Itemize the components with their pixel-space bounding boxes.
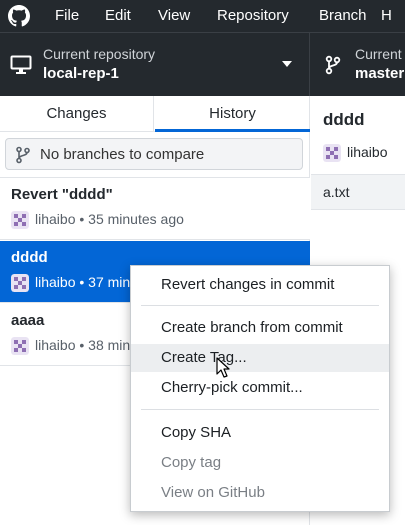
chevron-down-icon [282, 61, 292, 67]
menu-separator [141, 305, 379, 306]
changed-file-row[interactable]: a.txt [311, 174, 405, 210]
menu-item-create-branch[interactable]: Create branch from commit [131, 314, 389, 342]
desktop-icon [10, 55, 32, 74]
commit-detail-author: lihaibo [347, 144, 388, 160]
menu-item-cherry-pick[interactable]: Cherry-pick commit... [131, 374, 389, 402]
menu-repository[interactable]: Repository [217, 7, 289, 24]
branch-compare-input[interactable]: No branches to compare [5, 138, 303, 170]
compare-placeholder: No branches to compare [40, 146, 205, 163]
tab-bar: Changes History [0, 96, 310, 132]
branch-label: Current [355, 46, 402, 62]
menu-help[interactable]: H [381, 7, 392, 24]
menu-branch[interactable]: Branch [319, 7, 367, 24]
menu-item-label: Create branch from commit [161, 319, 343, 336]
tab-changes[interactable]: Changes [0, 96, 154, 132]
current-branch-button[interactable]: Current master [311, 33, 405, 97]
avatar-icon [11, 211, 29, 229]
menu-item-copy-tag: Copy tag [131, 449, 389, 477]
menu-item-label: Copy tag [161, 454, 222, 471]
menu-file[interactable]: File [55, 7, 79, 24]
menu-item-label: Revert changes in commit [161, 276, 335, 293]
menu-item-create-tag[interactable]: Create Tag... [131, 344, 389, 372]
repository-label: Current repository [43, 46, 156, 62]
branch-icon [325, 55, 341, 75]
menu-item-label: Copy SHA [161, 424, 232, 441]
toolbar: Current repository local-rep-1 Current m… [0, 32, 405, 97]
commit-title: dddd [11, 249, 48, 266]
commit-title: aaaa [11, 312, 45, 329]
compare-branch-icon [16, 146, 30, 164]
commit-detail-title: dddd [323, 110, 365, 129]
menu-item-label: Cherry-pick commit... [161, 379, 303, 396]
branch-name: master [355, 65, 405, 82]
commit-context-menu: Revert changes in commit Create branch f… [130, 265, 390, 512]
repository-name: local-rep-1 [43, 65, 119, 82]
menu-item-revert-changes[interactable]: Revert changes in commit [131, 271, 389, 299]
changed-file-name: a.txt [323, 184, 350, 200]
menu-item-view-on-github: View on GitHub [131, 479, 389, 507]
mouse-cursor-icon [216, 357, 230, 378]
tab-history-label: History [209, 105, 256, 122]
commit-title: Revert "dddd" [11, 186, 113, 203]
avatar-icon [323, 144, 341, 162]
commit-meta: lihaibo • 35 minutes ago [35, 211, 184, 227]
tab-history[interactable]: History [155, 96, 310, 132]
menu-edit[interactable]: Edit [105, 7, 131, 24]
avatar-icon [11, 274, 29, 292]
avatar-icon [11, 337, 29, 355]
menu-item-copy-sha[interactable]: Copy SHA [131, 419, 389, 447]
commit-list-item[interactable]: Revert "dddd" lihaibo • 35 minutes ago [0, 178, 310, 240]
current-repository-button[interactable]: Current repository local-rep-1 [0, 33, 310, 97]
app-menu-bar: File Edit View Repository Branch H [0, 0, 405, 32]
menu-view[interactable]: View [158, 7, 190, 24]
github-logo-icon [8, 5, 30, 27]
menu-item-label: Create Tag... [161, 349, 247, 366]
menu-separator [141, 409, 379, 410]
menu-item-label: View on GitHub [161, 484, 265, 501]
compare-section: No branches to compare [0, 132, 310, 178]
